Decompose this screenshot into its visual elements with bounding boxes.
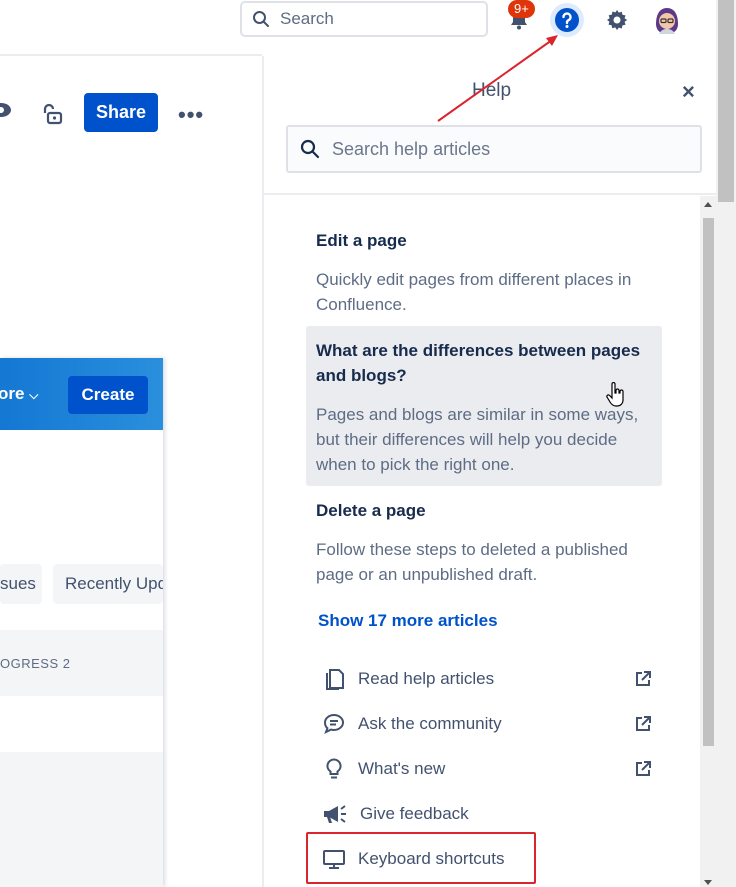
chevron-down-icon: ⌵	[29, 388, 39, 402]
document-icon	[326, 669, 344, 690]
help-panel-scrollbar[interactable]	[700, 196, 716, 887]
scroll-up-arrow-icon[interactable]	[704, 202, 712, 207]
embedded-jira-panel: ore ⌵ Create sues Recently Upd OGRESS 2	[0, 358, 163, 887]
top-navigation-bar: 9+	[0, 0, 716, 40]
article-title: Delete a page	[316, 501, 426, 520]
inner-header: ore ⌵ Create	[0, 358, 163, 430]
hand-cursor-icon	[606, 382, 624, 407]
help-link-read-articles[interactable]: Read help articles	[322, 664, 652, 694]
gear-icon	[607, 10, 628, 30]
article-title: What are the differences between pages a…	[316, 341, 641, 385]
link-label: Ask the community	[358, 714, 502, 733]
external-link-icon	[636, 671, 651, 686]
help-panel-title: Help	[472, 80, 512, 101]
share-button[interactable]: Share	[84, 93, 158, 132]
help-link-whats-new[interactable]: What's new	[322, 754, 652, 784]
article-title: Edit a page	[316, 231, 407, 250]
help-icon	[555, 8, 579, 32]
in-progress-label: OGRESS 2	[0, 656, 71, 671]
link-label: Give feedback	[360, 804, 469, 823]
external-link-icon	[636, 761, 651, 776]
global-search[interactable]	[240, 1, 488, 37]
notification-count-badge: 9+	[508, 0, 535, 18]
filter-chip-recently-updated[interactable]: Recently Upd	[53, 564, 163, 604]
window-scroll-thumb[interactable]	[718, 0, 734, 202]
more-menu-label: ore	[0, 384, 25, 403]
global-search-input[interactable]	[278, 8, 472, 30]
avatar[interactable]	[650, 3, 684, 37]
unlock-icon[interactable]	[40, 102, 64, 131]
help-article[interactable]: Edit a page Quickly edit pages from diff…	[306, 228, 662, 317]
link-label: What's new	[358, 759, 446, 778]
more-menu[interactable]: ore ⌵	[0, 384, 38, 404]
search-icon	[253, 11, 269, 27]
help-search[interactable]	[286, 125, 702, 173]
content-placeholder	[0, 752, 163, 887]
megaphone-icon	[324, 805, 346, 823]
show-more-articles-link[interactable]: Show 17 more articles	[318, 611, 498, 631]
divider	[264, 193, 716, 195]
help-search-input[interactable]	[330, 137, 684, 161]
settings-button[interactable]	[600, 3, 634, 37]
scroll-down-arrow-icon[interactable]	[704, 880, 712, 885]
avatar-icon	[656, 8, 678, 34]
lightbulb-icon	[326, 758, 342, 779]
create-button[interactable]: Create	[68, 376, 148, 414]
external-link-icon	[636, 716, 651, 731]
article-description: Quickly edit pages from different places…	[316, 270, 632, 314]
close-icon[interactable]: ×	[682, 79, 695, 105]
article-description: Pages and blogs are similar in some ways…	[316, 405, 639, 474]
annotation-highlight-box	[306, 832, 536, 884]
help-article[interactable]: Delete a page Follow these steps to dele…	[306, 498, 662, 587]
article-description: Follow these steps to deleted a publishe…	[316, 540, 628, 584]
help-link-give-feedback[interactable]: Give feedback	[322, 799, 652, 829]
help-button[interactable]	[550, 3, 584, 37]
page-content-area: Share ••• ore ⌵ Create sues Recently Upd…	[0, 40, 262, 887]
help-link-ask-community[interactable]: Ask the community	[322, 709, 652, 739]
chat-icon	[323, 713, 345, 734]
divider	[0, 54, 262, 56]
watch-icon[interactable]	[0, 100, 12, 125]
more-actions-button[interactable]: •••	[178, 102, 204, 128]
help-panel: Help × Edit a page Quickly edit pages fr…	[262, 56, 716, 887]
scroll-thumb[interactable]	[703, 218, 714, 746]
window-scrollbar[interactable]	[716, 0, 736, 887]
filter-chip-issues[interactable]: sues	[0, 564, 42, 604]
link-label: Read help articles	[358, 669, 495, 688]
search-icon	[300, 139, 320, 159]
status-row: OGRESS 2	[0, 630, 163, 696]
